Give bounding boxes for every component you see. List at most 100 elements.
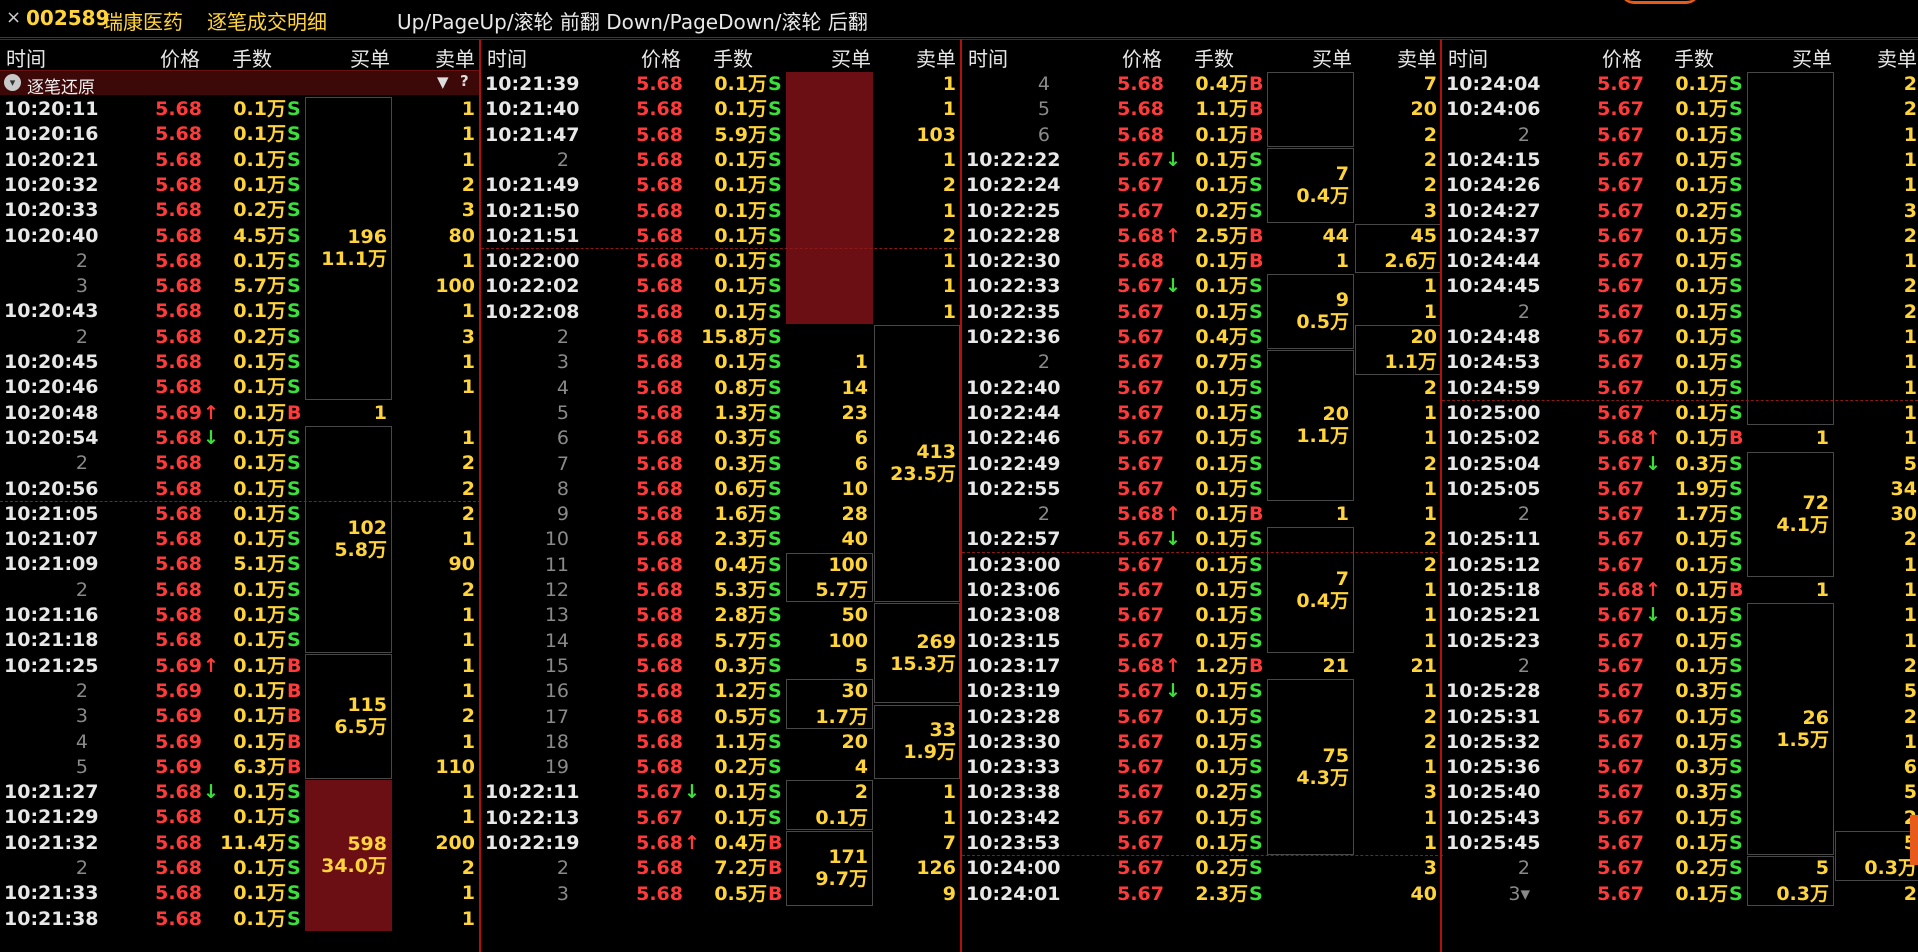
trade-side: S [287,604,301,626]
trade-side: S [768,579,782,601]
restore-label[interactable]: 逐笔还原 [27,73,95,98]
trade-price: 5.67 [1117,174,1164,197]
trade-side: S [287,806,301,829]
trade-price: 5.68 [636,579,683,601]
header-time: 时间 [1448,47,1488,71]
help-icon[interactable]: ? [460,72,469,90]
trade-qty: 0.1万 [714,351,767,374]
trade-time: 10:22:22 [966,148,1061,171]
header-buy: 买单 [350,47,390,71]
trade-time: 3 [75,275,88,298]
trade-side: S [1729,275,1743,298]
close-icon[interactable]: × [6,7,21,28]
trade-time: 10:20:45 [4,351,99,373]
trade-time: 10:25:12 [1446,553,1541,576]
trade-side: S [1729,199,1743,222]
trade-qty: 0.1万 [233,502,286,525]
trade-qty: 0.1万 [714,781,767,804]
trade-price: 5.67 [1597,401,1644,424]
header-qty: 手数 [232,47,272,71]
trade-time: 10:23:33 [966,756,1061,779]
buy-order-value: 1 [854,351,868,374]
trade-side: S [1729,351,1743,374]
buy-order-box [786,72,873,324]
sell-order-value: 1 [1423,629,1437,652]
trade-price: 5.67 [1597,275,1644,298]
trade-side: S [287,502,301,525]
chevron-down-icon[interactable]: ▾ [4,74,21,91]
trade-side: B [1249,224,1264,247]
trade-qty: 0.1万 [233,578,286,601]
trade-price: 5.68 [636,629,683,652]
trade-time: 3▾ [1508,882,1530,905]
trade-price: 5.68 [636,174,683,197]
trade-qty: 0.1万 [714,806,767,829]
window-title: 逐笔成交明细 [207,10,327,34]
trade-price: 5.68 [636,275,683,298]
restore-bar[interactable]: ▾ 逐笔还原 ▼ ? [0,70,481,98]
trade-price: 5.67 [1597,654,1644,677]
trade-time: 10:23:30 [966,730,1061,753]
trade-side: S [1249,882,1263,905]
trade-time: 10:24:00 [966,857,1061,880]
trade-time: 10:22:49 [966,452,1061,475]
trade-qty: 0.1万 [233,705,286,728]
trade-side: S [1249,174,1263,197]
title-bar: × 002589 瑞康医药 逐笔成交明细 Up/PageUp/滚轮 前翻 Dow… [0,0,1918,38]
trade-price: 5.68 [155,300,202,323]
trade-price: 5.67 [1597,250,1644,273]
trade-price: 5.67 [1117,730,1164,753]
trade-side: S [1249,427,1263,450]
buy-order-value: 28 [841,503,868,526]
trade-side: S [768,98,782,121]
sell-order-value: 1 [1423,275,1437,298]
trade-side: B [1249,654,1264,677]
scroll-marker[interactable] [1910,815,1918,865]
trade-time: 10:20:21 [4,148,99,171]
sell-order-value: 0.3万 [1864,857,1917,880]
trade-side: S [287,528,301,551]
trade-time: 10:22:08 [485,300,580,323]
sell-order-value: 90 [448,553,475,576]
trade-qty: 0.1万 [714,73,767,95]
trade-side: S [768,199,782,222]
trade-price: 5.67 [1117,528,1164,551]
trade-price: 5.67 [1597,680,1644,703]
trade-qty: 0.1万 [1675,224,1728,247]
trade-side: S [768,705,782,728]
column-header-row: 时间 价格 手数 买单 卖单 时间 价格 手数 买单 卖单 时间 价格 手数 买单 卖单 时间 价格 手数 买单 卖单 [0,39,1918,71]
trade-time: 2 [556,326,569,348]
filter-icon[interactable]: ▼ [437,73,449,91]
sell-order-value: 1 [461,629,475,652]
trade-qty: 0.1万 [1675,882,1728,905]
sell-order-value: 2 [1423,174,1437,197]
sell-order-value: 2 [1423,553,1437,576]
trade-qty: 0.3万 [1675,756,1728,779]
trade-qty: 0.1万 [1675,73,1728,95]
sell-order-value: 1 [942,300,956,323]
trade-qty: 5.9万 [714,123,767,146]
buy-order-value: 20 [841,730,868,753]
sell-order-value: 1 [1903,174,1917,197]
trade-price: 5.68 [155,857,202,879]
sell-order-value: 20 [1410,98,1437,121]
trade-qty: 0.1万 [1675,654,1728,677]
trade-time: 10:20:56 [4,477,99,500]
trade-side: S [1729,123,1743,146]
sell-order-value: 1 [461,98,475,120]
trade-qty: 0.1万 [233,249,286,272]
trade-time: 2 [1517,300,1530,323]
trade-time: 10:25:28 [1446,680,1541,703]
trade-time: 2 [75,452,88,475]
trade-qty: 0.1万 [1675,528,1728,551]
trade-qty: 0.1万 [1195,427,1248,450]
trade-qty: 0.1万 [1195,148,1248,171]
trade-qty: 0.1万 [1675,401,1728,424]
trade-price: 5.68 [636,73,683,95]
trade-time: 10:25:04 [1446,452,1541,475]
buy-order-amount: 1.5万 [1776,728,1829,751]
sell-order-value: 126 [916,857,956,880]
trade-qty: 0.4万 [1195,73,1248,95]
trade-time: 10:22:13 [485,806,580,829]
sell-order-value: 2 [1903,224,1917,247]
